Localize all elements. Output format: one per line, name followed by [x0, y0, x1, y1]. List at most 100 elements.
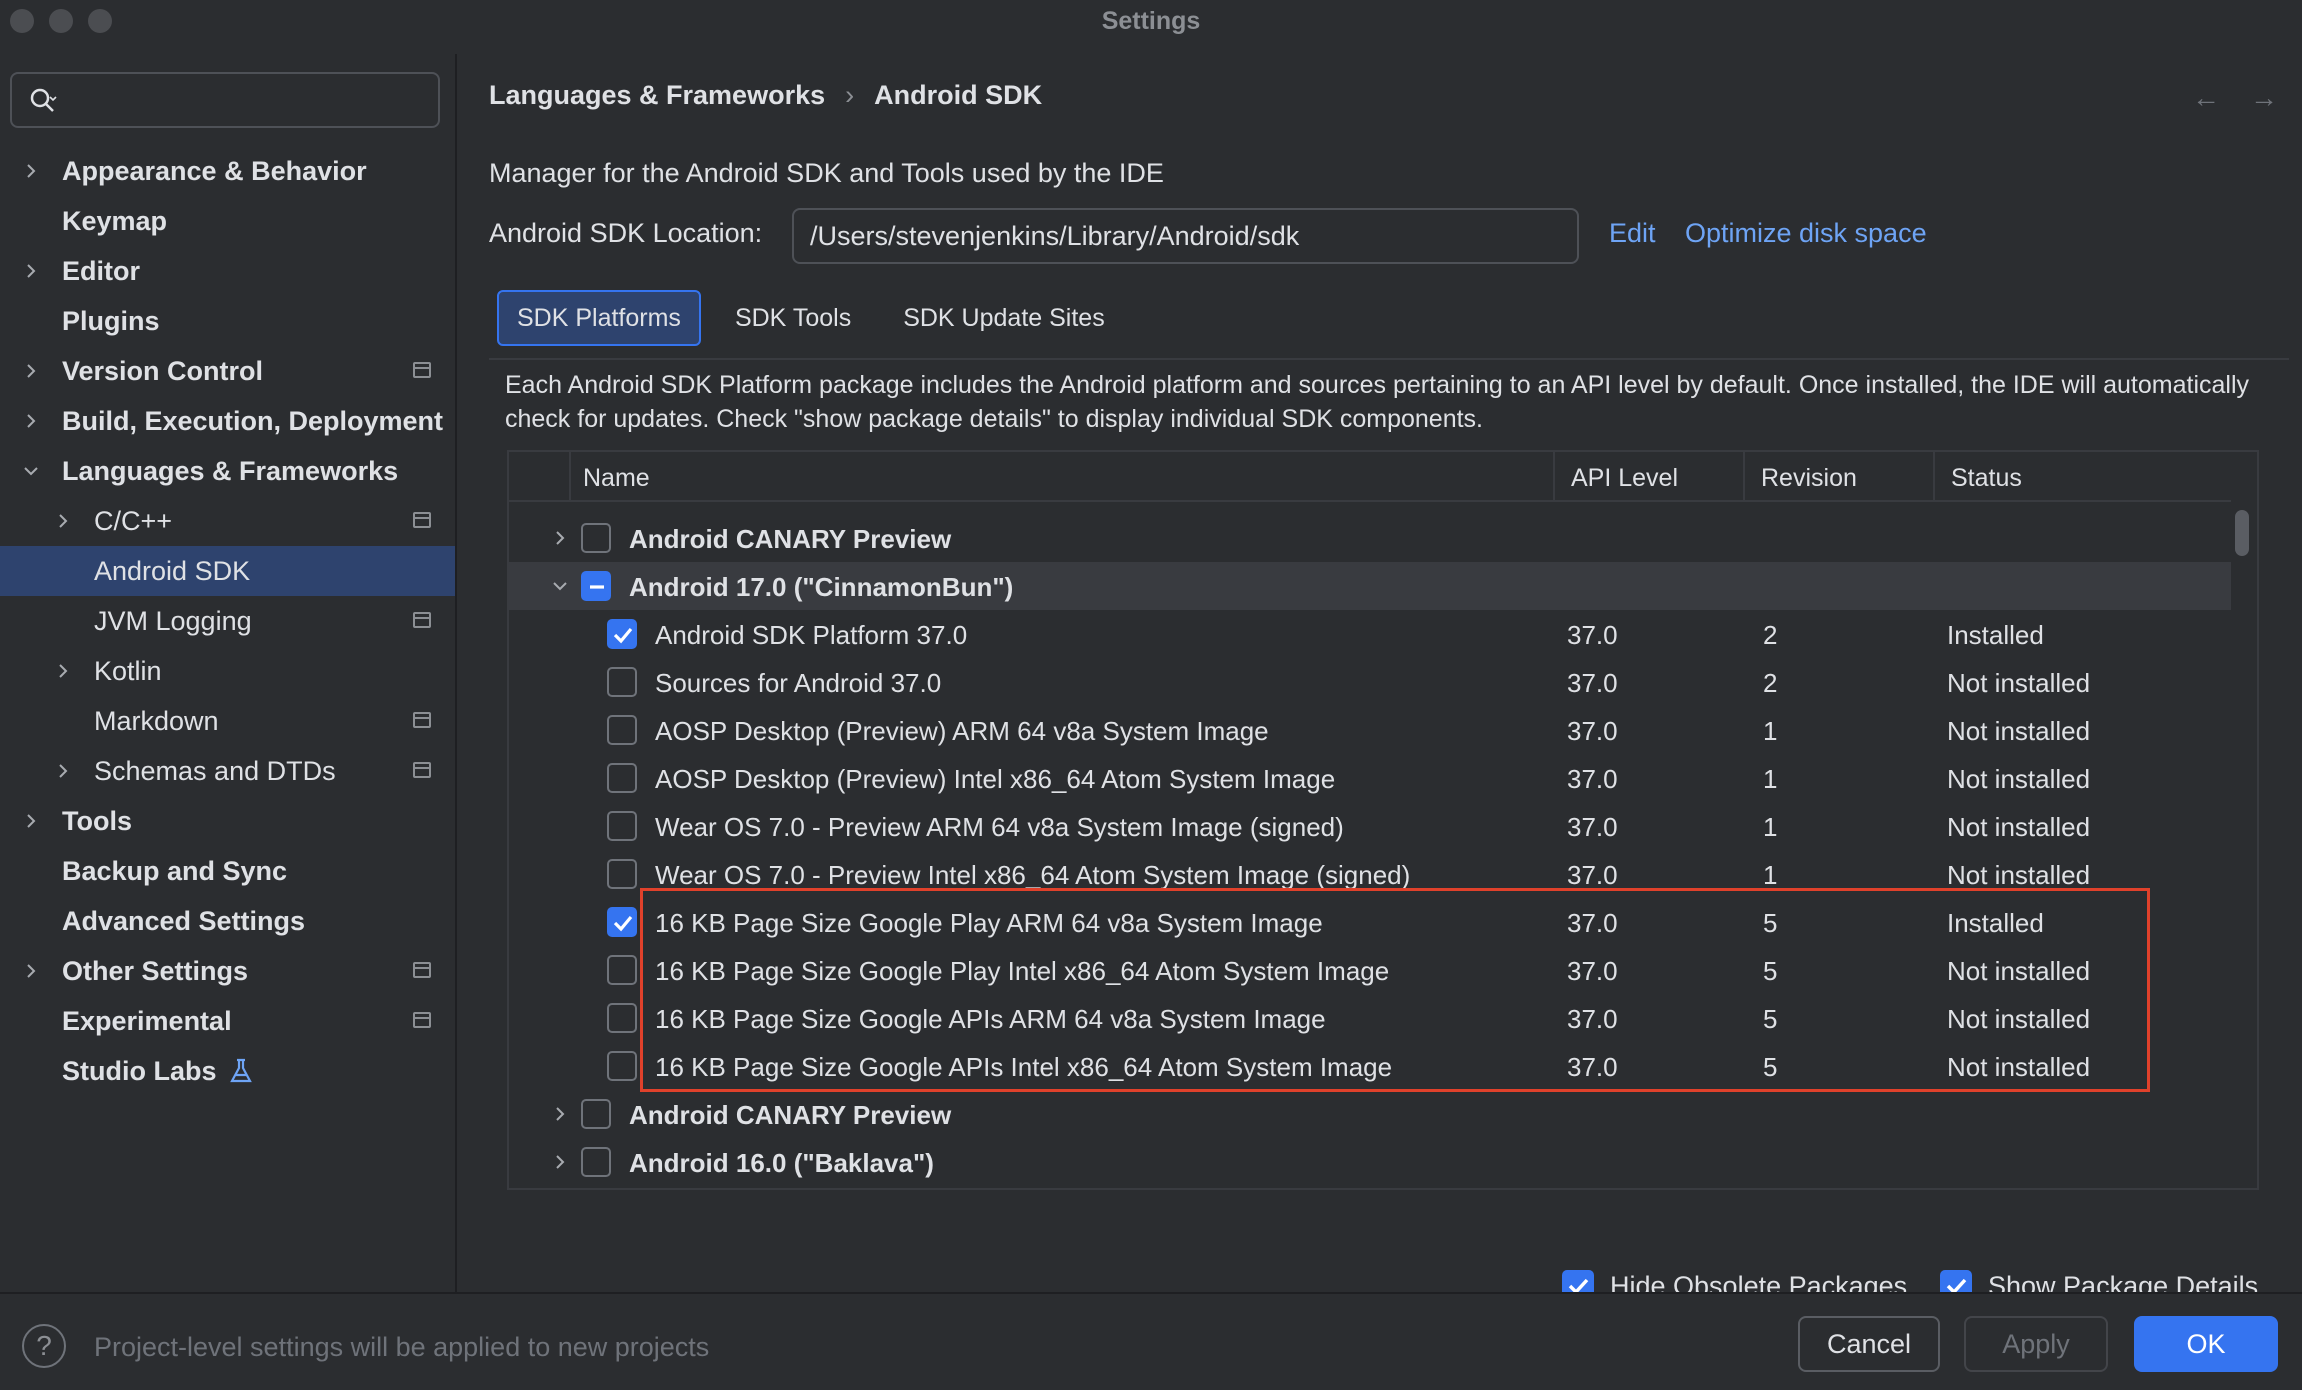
sidebar-item-experimental[interactable]: Experimental: [0, 996, 455, 1046]
chevron-right-icon[interactable]: [549, 1103, 571, 1125]
status-cell: Not installed: [1947, 1004, 2091, 1034]
package-checkbox[interactable]: [581, 571, 611, 601]
sidebar-item-plugins[interactable]: Plugins: [0, 296, 455, 346]
package-checkbox[interactable]: [607, 763, 637, 793]
sidebar-item-label: Android SDK: [94, 555, 251, 586]
sdk-location-field[interactable]: /Users/stevenjenkins/Library/Android/sdk: [792, 208, 1579, 264]
package-checkbox[interactable]: [607, 619, 637, 649]
table-row[interactable]: AOSP Desktop (Preview) Intel x86_64 Atom…: [509, 754, 2231, 802]
package-checkbox[interactable]: [581, 1147, 611, 1177]
package-name: 16 KB Page Size Google APIs ARM 64 v8a S…: [655, 1004, 1326, 1034]
package-checkbox[interactable]: [607, 859, 637, 889]
table-row[interactable]: 16 KB Page Size Google APIs Intel x86_64…: [509, 1042, 2231, 1090]
table-group-row[interactable]: Android 16.0 ("Baklava"): [509, 1138, 2231, 1186]
chevron-right-icon[interactable]: [20, 260, 42, 282]
sidebar-item-studio-labs[interactable]: Studio Labs: [0, 1046, 455, 1096]
table-row[interactable]: Android SDK Platform 37.0 37.0 2 Installed: [509, 610, 2231, 658]
tab-sdk-tools[interactable]: SDK Tools: [717, 290, 869, 346]
package-checkbox[interactable]: [607, 667, 637, 697]
package-checkbox[interactable]: [607, 1003, 637, 1033]
table-row[interactable]: 16 KB Page Size Google Play Intel x86_64…: [509, 946, 2231, 994]
chevron-right-icon[interactable]: [549, 527, 571, 549]
table-row[interactable]: Wear OS 7.0 - Preview Intel x86_64 Atom …: [509, 850, 2231, 898]
package-checkbox[interactable]: [607, 955, 637, 985]
column-header-status[interactable]: Status: [1951, 464, 2022, 493]
table-scrollbar[interactable]: [2235, 510, 2249, 556]
cancel-button[interactable]: Cancel: [1798, 1316, 1940, 1372]
ok-button[interactable]: OK: [2134, 1316, 2278, 1372]
table-row[interactable]: 16 KB Page Size Google Play ARM 64 v8a S…: [509, 898, 2231, 946]
table-row[interactable]: Wear OS 7.0 - Preview ARM 64 v8a System …: [509, 802, 2231, 850]
api-level-cell: 37.0: [1567, 860, 1618, 890]
column-header-revision[interactable]: Revision: [1761, 464, 1857, 493]
api-level-cell: 37.0: [1567, 1004, 1618, 1034]
chevron-right-icon[interactable]: [52, 660, 74, 682]
close-window-button[interactable]: [10, 9, 34, 33]
sidebar-item-kotlin[interactable]: Kotlin: [0, 646, 455, 696]
back-arrow-icon[interactable]: ←: [2192, 82, 2220, 114]
forward-arrow-icon[interactable]: →: [2250, 82, 2278, 114]
package-checkbox[interactable]: [607, 811, 637, 841]
table-group-row[interactable]: Android CANARY Preview: [509, 514, 2231, 562]
sidebar-item-markdown[interactable]: Markdown: [0, 696, 455, 746]
chevron-down-icon[interactable]: [549, 575, 571, 597]
table-group-row[interactable]: Android 17.0 ("CinnamonBun"): [509, 562, 2231, 610]
zoom-window-button[interactable]: [88, 9, 112, 33]
optimize-disk-space-link[interactable]: Optimize disk space: [1685, 218, 1927, 249]
sidebar-item-advanced-settings[interactable]: Advanced Settings: [0, 896, 455, 946]
chevron-right-icon[interactable]: [20, 410, 42, 432]
column-header-name[interactable]: Name: [583, 464, 650, 493]
api-level-cell: 37.0: [1567, 1052, 1618, 1082]
breadcrumb-parent[interactable]: Languages & Frameworks: [489, 80, 825, 111]
flask-icon: [230, 1058, 252, 1083]
table-group-row[interactable]: Android CANARY Preview: [509, 1090, 2231, 1138]
sidebar-item-other-settings[interactable]: Other Settings: [0, 946, 455, 996]
package-checkbox[interactable]: [581, 523, 611, 553]
edit-link[interactable]: Edit: [1609, 218, 1656, 249]
table-row[interactable]: Sources for Android 37.0 37.0 2 Not install…: [509, 658, 2231, 706]
package-name: Sources for Android 37.0: [655, 668, 942, 698]
sidebar-item-label: Editor: [62, 255, 140, 286]
chevron-right-icon[interactable]: [52, 510, 74, 532]
minimize-window-button[interactable]: [49, 9, 73, 33]
sidebar-item-languages-frameworks[interactable]: Languages & Frameworks: [0, 446, 455, 496]
sidebar-item-appearance-behavior[interactable]: Appearance & Behavior: [0, 146, 455, 196]
sidebar-item-editor[interactable]: Editor: [0, 246, 455, 296]
apply-button[interactable]: Apply: [1964, 1316, 2108, 1372]
api-level-cell: 37.0: [1567, 620, 1618, 650]
package-checkbox[interactable]: [607, 907, 637, 937]
sidebar-item-backup-and-sync[interactable]: Backup and Sync: [0, 846, 455, 896]
package-checkbox[interactable]: [581, 1099, 611, 1129]
sidebar-item-version-control[interactable]: Version Control: [0, 346, 455, 396]
chevron-right-icon[interactable]: [20, 160, 42, 182]
status-cell: Not installed: [1947, 860, 2091, 890]
revision-cell: 5: [1763, 908, 1778, 938]
chevron-right-icon[interactable]: [52, 760, 74, 782]
chevron-right-icon[interactable]: [20, 810, 42, 832]
table-row[interactable]: AOSP Desktop (Preview) ARM 64 v8a System…: [509, 706, 2231, 754]
package-checkbox[interactable]: [607, 1051, 637, 1081]
sidebar-item-jvm-logging[interactable]: JVM Logging: [0, 596, 455, 646]
tab-sdk-platforms[interactable]: SDK Platforms: [497, 290, 701, 346]
api-level-cell: 37.0: [1567, 812, 1618, 842]
chevron-right-icon[interactable]: [20, 960, 42, 982]
tab-sdk-update-sites[interactable]: SDK Update Sites: [885, 290, 1123, 346]
sidebar-item-tools[interactable]: Tools: [0, 796, 455, 846]
sdk-tabs: SDK Platforms SDK Tools SDK Update Sites: [497, 290, 1139, 346]
sidebar-item-keymap[interactable]: Keymap: [0, 196, 455, 246]
project-level-icon: [413, 962, 431, 978]
chevron-right-icon[interactable]: [20, 360, 42, 382]
search-input[interactable]: [10, 72, 440, 128]
chevron-right-icon[interactable]: [549, 1151, 571, 1173]
help-icon[interactable]: ?: [22, 1324, 66, 1368]
sidebar-item-schemas-and-dtds[interactable]: Schemas and DTDs: [0, 746, 455, 796]
package-checkbox[interactable]: [607, 715, 637, 745]
sidebar-item-c-c[interactable]: C/C++: [0, 496, 455, 546]
sidebar-item-label: Experimental: [62, 1005, 232, 1036]
sidebar-item-android-sdk[interactable]: Android SDK: [0, 546, 455, 596]
chevron-down-icon[interactable]: [20, 460, 42, 482]
sidebar-item-build-execution-deployment[interactable]: Build, Execution, Deployment: [0, 396, 455, 446]
table-row[interactable]: 16 KB Page Size Google APIs ARM 64 v8a S…: [509, 994, 2231, 1042]
column-header-api-level[interactable]: API Level: [1571, 464, 1678, 493]
window-controls[interactable]: [10, 9, 112, 33]
